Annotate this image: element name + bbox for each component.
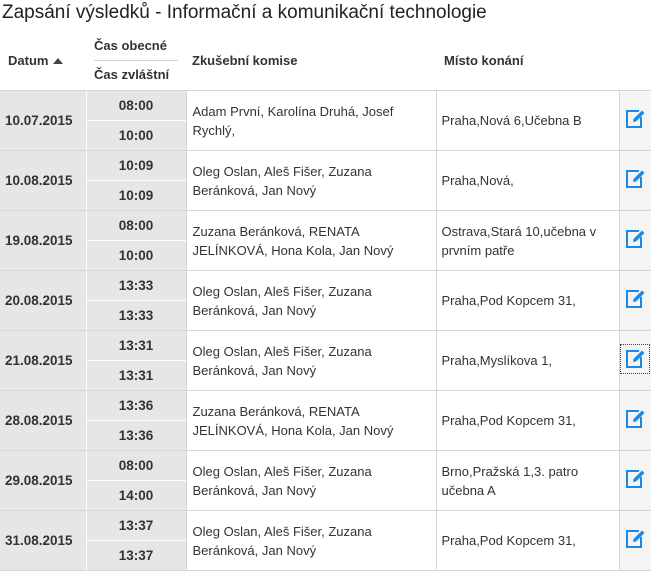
row-committee: Oleg Oslan, Aleš Fišer, Zuzana Beránková… [185,270,436,331]
row-time: 08:00 10:00 [85,90,186,151]
row-time-general: 08:00 [86,91,186,121]
edit-icon[interactable] [620,344,651,374]
row-time-special: 13:33 [118,308,154,323]
column-header-time: Čas obecné Čas zvláštní [86,30,186,91]
row-time-special: 10:09 [118,188,154,203]
table-body: 10.07.2015 08:00 10:00 Adam První, Karolína… [0,90,651,571]
edit-icon[interactable] [624,468,646,490]
row-time-general: 10:09 [86,151,186,181]
column-header-actions [619,30,651,91]
edit-icon[interactable] [624,168,646,190]
column-header-committee: Zkušební komise [186,30,436,91]
row-place: Praha,Nová 6,Učebna B [435,90,619,151]
table-row: 31.08.2015 13:37 13:37 Oleg Oslan, Aleš Fiš… [0,510,651,571]
row-edit-cell [618,90,651,151]
row-time: 13:31 13:31 [85,330,186,391]
row-place: Praha,Nová, [435,150,619,211]
row-committee: Adam První, Karolína Druhá, Josef Rychlý… [185,90,436,151]
edit-icon[interactable] [624,228,646,250]
row-time: 13:33 13:33 [85,270,186,331]
column-header-place: Místo konání [436,30,619,91]
row-committee: Oleg Oslan, Aleš Fišer, Zuzana Beránková… [185,510,436,571]
row-time-general: 08:00 [86,451,186,481]
edit-icon[interactable] [624,528,646,550]
row-place: Praha,Myslíkova 1, [435,330,619,391]
row-date: 29.08.2015 [0,450,86,511]
table-header: Datum Čas obecné Čas zvláštní Zkušební k… [0,30,651,91]
table-row: 20.08.2015 13:33 13:33 Oleg Oslan, Aleš Fiš… [0,270,651,331]
table-row: 21.08.2015 13:31 13:31 Oleg Oslan, Aleš Fiš… [0,330,651,391]
table-row: 28.08.2015 13:36 13:36 Zuzana Beránková, RE… [0,390,651,451]
row-time: 10:09 10:09 [85,150,186,211]
row-edit-cell [618,450,651,511]
row-place: Praha,Pod Kopcem 31, [435,270,619,331]
row-time: 08:00 10:00 [85,210,186,271]
edit-icon[interactable] [624,108,646,130]
page-title: Zapsání výsledků - Informační a komunika… [2,2,487,23]
row-time: 13:37 13:37 [85,510,186,571]
sort-ascending-icon [53,57,64,64]
row-time-general: 08:00 [86,211,186,241]
row-time-general: 13:33 [86,271,186,301]
table-row: 10.08.2015 10:09 10:09 Oleg Oslan, Aleš Fiš… [0,150,651,211]
edit-icon[interactable] [624,408,646,430]
table-row: 10.07.2015 08:00 10:00 Adam První, Karolína… [0,90,651,151]
row-edit-cell [618,330,651,391]
row-time-general: 13:37 [86,511,186,541]
table-row: 29.08.2015 08:00 14:00 Oleg Oslan, Aleš Fiš… [0,450,651,511]
row-edit-cell [618,510,651,571]
column-header-time-special: Čas zvláštní [94,66,170,82]
row-edit-cell [618,150,651,211]
column-header-date[interactable]: Datum [0,30,86,91]
row-edit-cell [618,390,651,451]
row-time-special: 13:31 [118,368,154,383]
row-committee: Oleg Oslan, Aleš Fišer, Zuzana Beránková… [185,450,436,511]
row-committee: Zuzana Beránková, RENATA JELÍNKOVÁ, Hona… [185,390,436,451]
row-date: 10.07.2015 [0,90,86,151]
row-committee: Oleg Oslan, Aleš Fišer, Zuzana Beránková… [185,150,436,211]
row-time-special: 13:36 [118,428,154,443]
row-time-special: 10:00 [118,248,154,263]
row-committee: Oleg Oslan, Aleš Fišer, Zuzana Beránková… [185,330,436,391]
edit-icon[interactable] [624,288,646,310]
row-edit-cell [618,210,651,271]
row-committee: Zuzana Beránková, RENATA JELÍNKOVÁ, Hona… [185,210,436,271]
row-place: Ostrava,Stará 10,učebna v prvním patře [435,210,619,271]
row-date: 28.08.2015 [0,390,86,451]
results-table: Datum Čas obecné Čas zvláštní Zkušební k… [0,30,651,571]
row-time-general: 13:31 [86,331,186,361]
row-date: 19.08.2015 [0,210,86,271]
row-edit-cell [618,270,651,331]
column-header-date-label: Datum [8,52,49,68]
row-place: Praha,Pod Kopcem 31, [435,510,619,571]
row-time-special: 10:00 [118,128,154,143]
row-time: 13:36 13:36 [85,390,186,451]
row-time-general: 13:36 [86,391,186,421]
row-time-special: 13:37 [118,548,154,563]
row-date: 10.08.2015 [0,150,86,211]
row-date: 21.08.2015 [0,330,86,391]
row-time-special: 14:00 [118,488,154,503]
row-place: Brno,Pražská 1,3. patro učebna A [435,450,619,511]
table-row: 19.08.2015 08:00 10:00 Zuzana Beránková, RE… [0,210,651,271]
column-header-time-general: Čas obecné [94,32,178,61]
row-time: 08:00 14:00 [85,450,186,511]
row-date: 20.08.2015 [0,270,86,331]
row-place: Praha,Pod Kopcem 31, [435,390,619,451]
row-date: 31.08.2015 [0,510,86,571]
